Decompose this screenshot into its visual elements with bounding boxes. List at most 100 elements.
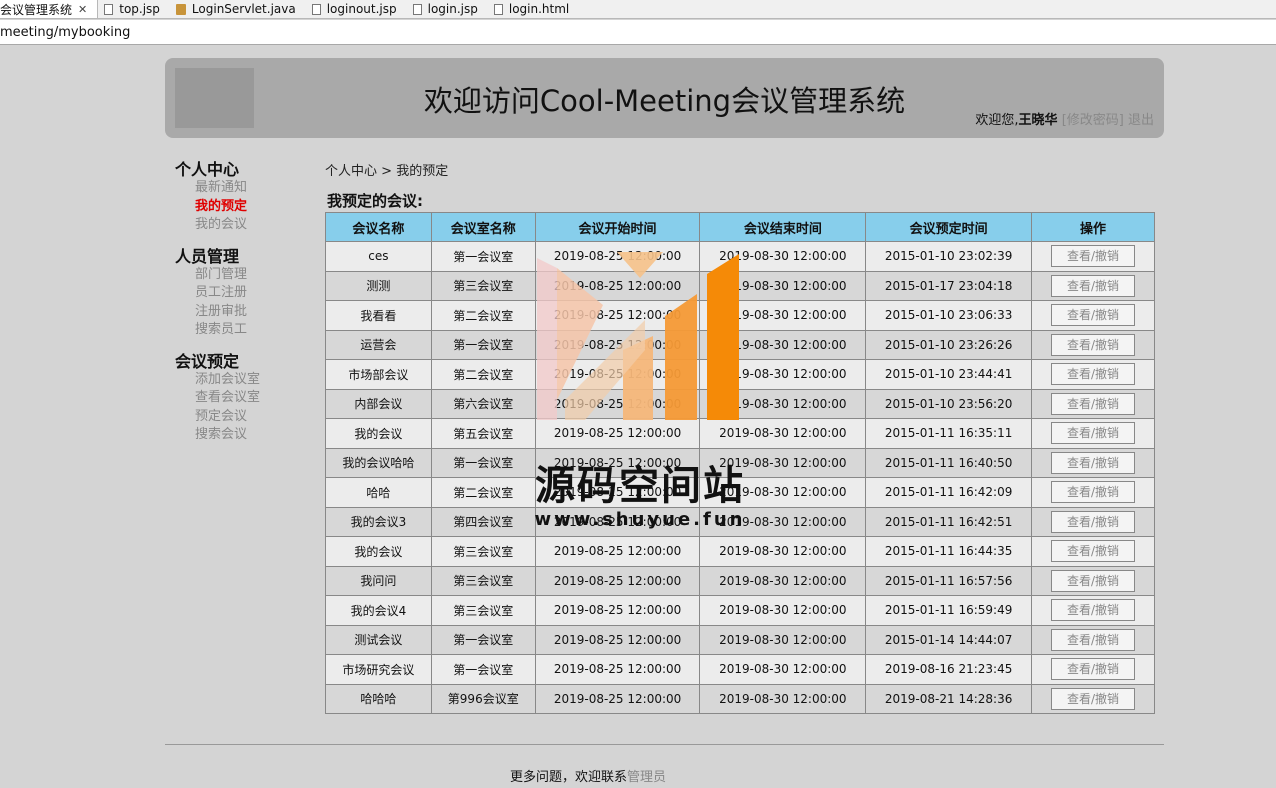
view-cancel-button[interactable]: 查看/撤销 (1051, 658, 1135, 681)
welcome-text: 欢迎您, (975, 113, 1019, 128)
nav-item[interactable]: 部门管理 (175, 266, 260, 285)
table-cell: 我的会议 (325, 536, 432, 567)
table-cell: 哈哈哈 (325, 683, 432, 714)
action-cell: 查看/撤销 (1031, 624, 1155, 655)
table-cell: 2019-08-25 12:00:00 (534, 388, 701, 419)
table-cell: 2019-08-25 12:00:00 (534, 300, 701, 331)
table-cell: 2019-08-30 12:00:00 (699, 241, 867, 272)
nav-item[interactable]: 最新通知 (175, 179, 260, 198)
logout-link[interactable]: 退出 (1128, 113, 1154, 128)
page-header: 欢迎访问Cool-Meeting会议管理系统 欢迎您,王晓华 [修改密码] 退出 (165, 58, 1164, 138)
editor-tab-bar: 会议管理系统 ✕ top.jsp LoginServlet.java loginout.… (0, 0, 1276, 19)
footer-divider (165, 744, 1164, 745)
table-cell: ces (325, 241, 432, 272)
table-cell: 第996会议室 (430, 683, 536, 714)
table-row: 我的会议3 第四会议室 2019-08-25 12:00:00 2019-08-30 … (325, 506, 1155, 537)
table-cell: 2019-08-30 12:00:00 (699, 536, 867, 567)
table-cell: 哈哈 (325, 477, 432, 508)
view-cancel-button[interactable]: 查看/撤销 (1051, 510, 1135, 533)
table-row: 内部会议 第六会议室 2019-08-25 12:00:00 2019-08-30 1… (325, 388, 1155, 419)
table-cell: 第三会议室 (430, 270, 536, 301)
table-cell: 2015-01-11 16:59:49 (865, 595, 1033, 626)
table-cell: 运营会 (325, 329, 432, 360)
action-cell: 查看/撤销 (1031, 388, 1155, 419)
nav-item[interactable]: 我的会议 (175, 216, 260, 235)
editor-tab[interactable]: login.html (488, 0, 579, 18)
editor-tab[interactable]: loginout.jsp (306, 0, 407, 18)
close-icon[interactable]: ✕ (78, 3, 87, 16)
table-cell: 第一会议室 (430, 241, 536, 272)
table-row: 测测 第三会议室 2019-08-25 12:00:00 2019-08-30 12:… (325, 270, 1155, 301)
action-cell: 查看/撤销 (1031, 300, 1155, 331)
table-cell: 2019-08-30 12:00:00 (699, 418, 867, 449)
view-cancel-button[interactable]: 查看/撤销 (1051, 628, 1135, 651)
table-cell: 我的会议3 (325, 506, 432, 537)
action-cell: 查看/撤销 (1031, 565, 1155, 596)
editor-tab[interactable]: 会议管理系统 ✕ (0, 0, 99, 18)
table-cell: 第二会议室 (430, 300, 536, 331)
view-cancel-button[interactable]: 查看/撤销 (1051, 481, 1135, 504)
page-footer: 更多问题，欢迎联系管理员 (0, 766, 1176, 785)
nav-item[interactable]: 搜索会议 (175, 426, 260, 445)
view-cancel-button[interactable]: 查看/撤销 (1051, 274, 1135, 297)
table-cell: 第四会议室 (430, 506, 536, 537)
action-cell: 查看/撤销 (1031, 654, 1155, 685)
table-cell: 2019-08-30 12:00:00 (699, 565, 867, 596)
view-cancel-button[interactable]: 查看/撤销 (1051, 540, 1135, 563)
view-cancel-button[interactable]: 查看/撤销 (1051, 363, 1135, 386)
change-password-link[interactable]: [修改密码] (1062, 113, 1124, 128)
table-cell: 2015-01-11 16:40:50 (865, 447, 1033, 478)
table-row: 哈哈哈 第996会议室 2019-08-25 12:00:00 2019-08-30 … (325, 683, 1155, 714)
breadcrumb-root[interactable]: 个人中心 (325, 164, 377, 179)
table-cell: 2015-01-11 16:35:11 (865, 418, 1033, 449)
action-cell: 查看/撤销 (1031, 329, 1155, 360)
action-cell: 查看/撤销 (1031, 359, 1155, 390)
table-cell: 2019-08-25 12:00:00 (534, 241, 701, 272)
table-cell: 测试会议 (325, 624, 432, 655)
view-cancel-button[interactable]: 查看/撤销 (1051, 599, 1135, 622)
nav-item[interactable]: 员工注册 (175, 284, 260, 303)
nav-item[interactable]: 预定会议 (175, 408, 260, 427)
file-icon (104, 3, 114, 15)
footer-text: 更多问题，欢迎联系 (509, 770, 627, 785)
table-cell: 2015-01-11 16:42:09 (865, 477, 1033, 508)
user-name: 王晓华 (1018, 113, 1058, 128)
view-cancel-button[interactable]: 查看/撤销 (1051, 422, 1135, 445)
breadcrumb: 个人中心 > 我的预定 (325, 160, 448, 179)
nav-item[interactable]: 查看会议室 (175, 389, 260, 408)
table-cell: 第五会议室 (430, 418, 536, 449)
view-cancel-button[interactable]: 查看/撤销 (1051, 245, 1135, 268)
address-bar[interactable]: meeting/mybooking (0, 20, 1276, 45)
nav-item[interactable]: 注册审批 (175, 303, 260, 322)
editor-tab-label: top.jsp (119, 2, 160, 16)
view-cancel-button[interactable]: 查看/撤销 (1051, 304, 1135, 327)
table-cell: 2015-01-10 23:06:33 (865, 300, 1033, 331)
action-cell: 查看/撤销 (1031, 506, 1155, 537)
admin-contact-link[interactable]: 管理员 (627, 770, 666, 785)
table-cell: 2015-01-10 23:26:26 (865, 329, 1033, 360)
view-cancel-button[interactable]: 查看/撤销 (1051, 333, 1135, 356)
table-cell: 第三会议室 (430, 595, 536, 626)
nav-item[interactable]: 添加会议室 (175, 371, 260, 390)
editor-tab[interactable]: LoginServlet.java (170, 0, 306, 18)
editor-tab-label: 会议管理系统 (0, 2, 73, 17)
nav-item[interactable]: 搜索员工 (175, 321, 260, 340)
table-cell: 2019-08-25 12:00:00 (534, 506, 701, 537)
table-row: 哈哈 第二会议室 2019-08-25 12:00:00 2019-08-30 12:… (325, 477, 1155, 508)
table-cell: 2019-08-30 12:00:00 (699, 388, 867, 419)
table-cell: 我的会议4 (325, 595, 432, 626)
editor-tab[interactable]: top.jsp (98, 0, 170, 18)
view-cancel-button[interactable]: 查看/撤销 (1051, 392, 1135, 415)
action-cell: 查看/撤销 (1031, 241, 1155, 272)
table-cell: 2019-08-30 12:00:00 (699, 447, 867, 478)
editor-tab-label: login.html (508, 2, 570, 16)
nav-group-title: 人员管理 (175, 246, 240, 266)
table-cell: 市场部会议 (325, 359, 432, 390)
editor-tab[interactable]: login.jsp (407, 0, 488, 18)
nav-item[interactable]: 我的预定 (175, 198, 260, 217)
view-cancel-button[interactable]: 查看/撤销 (1051, 687, 1135, 710)
table-row: 市场研究会议 第一会议室 2019-08-25 12:00:00 2019-08-30… (325, 654, 1155, 685)
nav-group: 会议预定 添加会议室 查看会议室 预定会议 搜索会议 (175, 352, 260, 445)
view-cancel-button[interactable]: 查看/撤销 (1051, 569, 1135, 592)
view-cancel-button[interactable]: 查看/撤销 (1051, 451, 1135, 474)
